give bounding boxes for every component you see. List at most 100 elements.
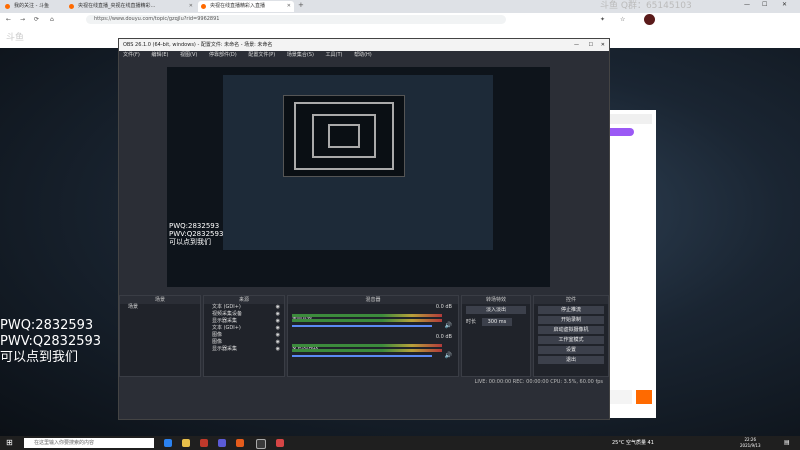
- overlay-line: PWV:Q2832593: [0, 334, 102, 349]
- volume-slider[interactable]: [292, 325, 432, 327]
- close-tab-icon[interactable]: ✕: [189, 1, 193, 12]
- menu-item[interactable]: 编辑(E): [151, 52, 168, 58]
- speaker-icon[interactable]: 🔊: [445, 352, 452, 359]
- obs-menubar: 文件(F) 编辑(E) 视图(V) 停靠部件(D) 配置文件(P) 场景集合(S…: [119, 51, 609, 60]
- minimize-window-icon[interactable]: —: [744, 1, 750, 8]
- dock-title: 混音器: [288, 296, 458, 304]
- source-item[interactable]: 文本 (GDI+) ◉: [204, 304, 284, 311]
- douyu-favicon-icon: [69, 4, 74, 9]
- transitions-dock: 转场特效 淡入淡出 时长 300 ms: [461, 295, 531, 377]
- obs-preview[interactable]: PWQ:2832593 PWV:Q2832593 可以点到我们: [167, 67, 550, 287]
- eye-icon[interactable]: ◉: [276, 311, 280, 318]
- source-item[interactable]: 显示器采集 ◉: [204, 346, 284, 353]
- mixer-dock: 混音器 桌面音频 0.0 dB 🔊 麦克风/Aux 0.0 dB 🔊: [287, 295, 459, 377]
- menu-item[interactable]: 视图(V): [180, 52, 197, 58]
- speaker-icon[interactable]: 🔊: [445, 322, 452, 329]
- scenes-dock: 场景 场景: [119, 295, 201, 377]
- close-tab-icon[interactable]: ✕: [287, 1, 291, 12]
- exit-button[interactable]: 退出: [538, 356, 604, 364]
- obs-close-icon[interactable]: ✕: [601, 39, 605, 51]
- controls-dock: 控件 停止推流 开始录制 启动虚拟摄像机 工作室模式 设置 退出: [533, 295, 609, 377]
- dock-title: 场景: [120, 296, 200, 304]
- source-item[interactable]: 文本 (GDI+) ◉: [204, 325, 284, 332]
- chat-header: [604, 114, 652, 124]
- menu-item[interactable]: 场景集合(S): [287, 52, 314, 58]
- menu-item[interactable]: 工具(T): [326, 52, 343, 58]
- refresh-icon[interactable]: ⟳: [34, 16, 39, 23]
- obs-taskbar-icon[interactable]: [256, 439, 266, 449]
- notification-icon[interactable]: ▤: [784, 439, 790, 446]
- dock-title: 控件: [534, 296, 608, 304]
- profile-avatar[interactable]: [644, 14, 655, 25]
- dock-title: 来源: [204, 296, 284, 304]
- forward-icon[interactable]: →: [20, 16, 25, 23]
- overlay-line: PWV:Q2832593: [169, 230, 224, 238]
- volume-meter: [292, 314, 442, 317]
- app-icon[interactable]: [236, 439, 244, 447]
- scene-item[interactable]: 场景: [120, 304, 200, 311]
- overlay-line: PWQ:2832593: [0, 318, 94, 333]
- source-item[interactable]: 图像 ◉: [204, 339, 284, 346]
- app-icon[interactable]: [276, 439, 284, 447]
- maximize-window-icon[interactable]: ☐: [762, 1, 767, 8]
- eye-icon[interactable]: ◉: [276, 332, 280, 339]
- eye-icon[interactable]: ◉: [276, 325, 280, 332]
- eye-icon[interactable]: ◉: [276, 318, 280, 325]
- virtual-camera-button[interactable]: 启动虚拟摄像机: [538, 326, 604, 334]
- obs-window: OBS 26.1.0 (64-bit, windows) - 配置文件: 未命名…: [118, 38, 610, 420]
- douyu-logo[interactable]: 斗鱼: [6, 30, 24, 43]
- bookmark-icon[interactable]: ☆: [620, 16, 625, 23]
- source-item[interactable]: 视频采集设备 ◉: [204, 311, 284, 318]
- eye-icon[interactable]: ◉: [276, 339, 280, 346]
- obs-maximize-icon[interactable]: ☐: [589, 39, 593, 51]
- menu-item[interactable]: 帮助(H): [354, 52, 372, 58]
- preview-overlay-text: PWQ:2832593 PWV:Q2832593 可以点到我们: [169, 222, 223, 246]
- app-icon[interactable]: [200, 439, 208, 447]
- dock-title: 转场特效: [462, 296, 530, 304]
- browser-tab[interactable]: 我的关注 - 斗鱼: [2, 1, 64, 12]
- close-window-icon[interactable]: ✕: [782, 1, 787, 8]
- file-explorer-icon[interactable]: [182, 439, 190, 447]
- taskbar-search[interactable]: 在这里输入你要搜索的内容: [24, 438, 154, 448]
- browser-tab-active[interactable]: 央视在线直播精彩入直播 ✕: [198, 1, 294, 12]
- eye-icon[interactable]: ◉: [276, 346, 280, 353]
- recursive-tunnel: [283, 95, 405, 177]
- transition-select[interactable]: 淡入淡出: [466, 306, 526, 314]
- volume-meter: [292, 319, 442, 322]
- menu-item[interactable]: 文件(F): [123, 52, 140, 58]
- back-icon[interactable]: ←: [6, 16, 11, 23]
- extension-icon[interactable]: ✦: [600, 16, 605, 23]
- overlay-line: 可以点到我们: [169, 238, 211, 246]
- eye-icon[interactable]: ◉: [276, 304, 280, 311]
- settings-button[interactable]: 设置: [538, 346, 604, 354]
- app-icon[interactable]: [218, 439, 226, 447]
- address-bar[interactable]: https://www.douyu.com/topic/gzqjlu?rid=9…: [86, 15, 506, 24]
- mixer-track: 麦克风/Aux 0.0 dB 🔊: [292, 334, 452, 359]
- qq-group-watermark: 斗鱼 Q群：65145103: [600, 1, 692, 11]
- obs-minimize-icon[interactable]: —: [574, 39, 579, 51]
- duration-input[interactable]: 300 ms: [481, 318, 513, 326]
- source-item[interactable]: 显示器采集 ◉: [204, 318, 284, 325]
- system-clock[interactable]: 22:26 2021/9/13: [740, 437, 761, 449]
- start-recording-button[interactable]: 开始录制: [538, 316, 604, 324]
- douyu-favicon-icon: [201, 4, 206, 9]
- edge-icon[interactable]: [164, 439, 172, 447]
- menu-item[interactable]: 配置文件(P): [248, 52, 275, 58]
- studio-mode-button[interactable]: 工作室模式: [538, 336, 604, 344]
- source-item[interactable]: 图像 ◉: [204, 332, 284, 339]
- volume-slider[interactable]: [292, 355, 432, 357]
- stop-streaming-button[interactable]: 停止推流: [538, 306, 604, 314]
- volume-meter: [292, 349, 442, 352]
- windows-start-icon[interactable]: ⊞: [6, 438, 13, 447]
- obs-titlebar: OBS 26.1.0 (64-bit, windows) - 配置文件: 未命名…: [119, 39, 609, 51]
- volume-meter: [292, 344, 442, 347]
- send-button[interactable]: [636, 390, 652, 404]
- obs-docks: 场景 场景 来源 文本 (GDI+) ◉ 视频采集设备 ◉ 显示器采集 ◉ 文本 (G…: [119, 295, 609, 377]
- browser-tab[interactable]: 央视在线直播_央视在线直播精彩… ✕: [66, 1, 196, 12]
- home-icon[interactable]: ⌂: [50, 16, 54, 23]
- overlay-line: 可以点到我们: [0, 350, 79, 365]
- menu-item[interactable]: 停靠部件(D): [209, 52, 237, 58]
- weather-widget[interactable]: 25°C 空气质量 41: [612, 439, 654, 447]
- new-tab-button[interactable]: +: [298, 1, 304, 9]
- browser-toolbar: ← → ⟳ ⌂ https://www.douyu.com/topic/gzqj…: [0, 13, 800, 27]
